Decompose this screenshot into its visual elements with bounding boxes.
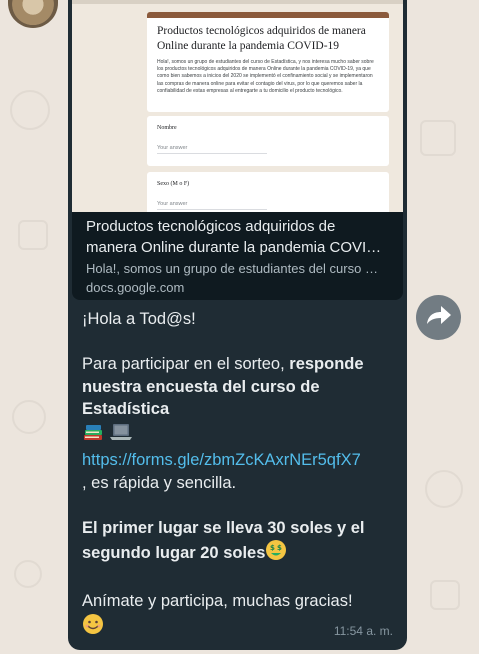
link-preview-description: Hola!, somos un grupo de estudiantes del… (86, 261, 378, 276)
link-preview[interactable]: Productos tecnológicos adquiridos de man… (72, 0, 403, 300)
greeting-text: ¡Hola a Tod@s! (82, 310, 196, 328)
link-preview-thumbnail[interactable]: Productos tecnológicos adquiridos de man… (72, 0, 403, 212)
message-timestamp: 11:54 a. m. (333, 624, 393, 638)
participate-prefix: Para participar en el sorteo, (82, 355, 290, 373)
question-answer-field: Your answer (157, 145, 267, 154)
wallpaper-doodle (420, 120, 456, 156)
wallpaper-doodle (430, 580, 460, 610)
smiling-face-emoji (82, 613, 104, 642)
forward-arrow-icon (426, 304, 452, 331)
books-emoji (82, 421, 104, 450)
message-text: ¡Hola a Tod@s! Para participar en el sor… (82, 308, 404, 641)
thumbnail-top-bar (72, 0, 403, 4)
forward-button[interactable] (416, 295, 461, 340)
link-preview-title-line: manera Online durante la pandemia COVI… (86, 239, 382, 256)
survey-link[interactable]: https://forms.gle/zbmZcKAxrNEr5qfX7 (82, 449, 404, 472)
form-description: Hola!, somos un grupo de estudiantes del… (157, 59, 374, 94)
link-suffix-text: , es rápida y sencilla. (82, 473, 237, 492)
wallpaper-doodle (12, 400, 46, 434)
wallpaper-doodle (18, 220, 48, 250)
wallpaper-doodle (10, 90, 50, 130)
link-preview-domain: docs.google.com (86, 280, 185, 295)
wallpaper-doodle (14, 560, 42, 588)
emoji-row (82, 421, 404, 450)
question-label: Nombre (157, 125, 177, 131)
sender-avatar[interactable] (8, 0, 58, 28)
link-preview-title-line: Productos tecnológicos adquiridos de (86, 218, 336, 235)
money-mouth-face-emoji: $ $ (265, 539, 287, 568)
laptop-emoji (109, 421, 133, 450)
svg-text:$: $ (277, 544, 282, 552)
wallpaper-doodle (425, 470, 463, 508)
question-label: Sexo (M o F) (157, 181, 190, 187)
message-bubble[interactable]: Productos tecnológicos adquiridos de man… (68, 0, 407, 650)
link-preview-title: Productos tecnológicos adquiridos de man… (86, 216, 396, 258)
closing-text: Anímate y participa, muchas gracias! (82, 592, 353, 610)
form-title: Productos tecnológicos adquiridos de man… (157, 25, 366, 52)
prize-text: El primer lugar se lleva 30 soles y el s… (82, 518, 365, 563)
participate-paragraph: Para participar en el sorteo, responde n… (82, 353, 404, 421)
question-answer-field: Your answer (157, 201, 267, 210)
form-question-card: Sexo (M o F) Your answer (147, 172, 389, 212)
link-preview-text[interactable]: Productos tecnológicos adquiridos de man… (86, 216, 396, 297)
prize-paragraph: El primer lugar se lleva 30 soles y el s… (82, 517, 404, 568)
form-question-card: Nombre Your answer (147, 116, 389, 166)
form-header-card: Productos tecnológicos adquiridos de man… (147, 12, 389, 112)
svg-text:$: $ (270, 544, 275, 552)
